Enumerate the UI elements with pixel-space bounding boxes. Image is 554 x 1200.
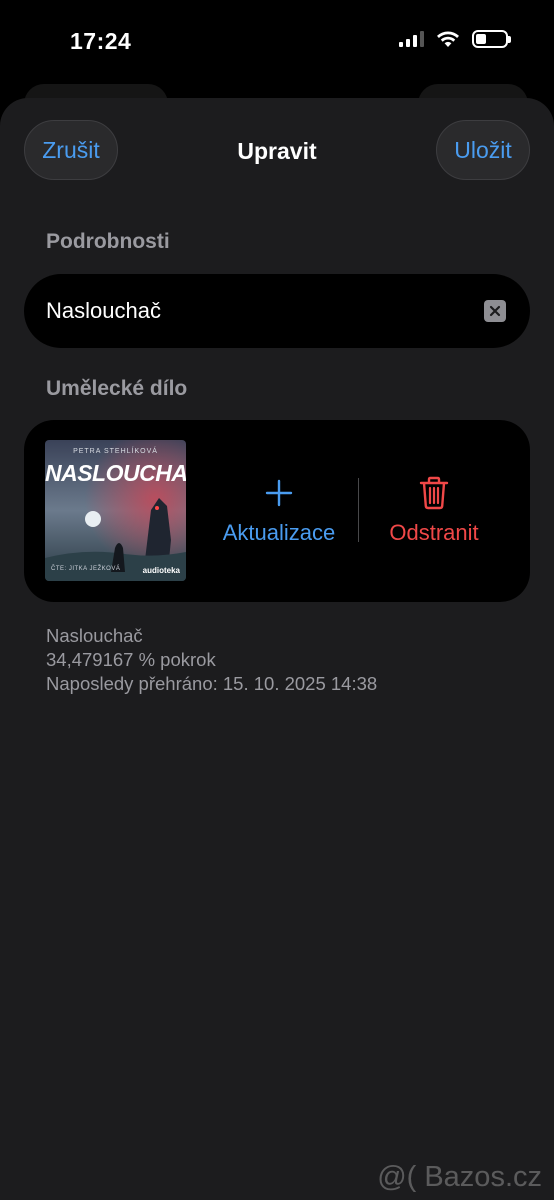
artwork-card: PETRA STEHLÍKOVÁ NASLOUCHAČ ČTE: JITKA J… bbox=[24, 420, 530, 602]
update-artwork-label: Aktualizace bbox=[222, 520, 336, 545]
title-field bbox=[24, 274, 530, 348]
cover-title: NASLOUCHAČ bbox=[45, 460, 186, 486]
trash-icon bbox=[419, 476, 449, 510]
watermark: @( Bazos.cz bbox=[377, 1161, 542, 1193]
info-progress: 34,479167 % pokrok bbox=[46, 649, 216, 670]
artwork-section-label: Umělecké dílo bbox=[46, 377, 188, 400]
wifi-icon bbox=[437, 31, 459, 47]
cellular-signal-icon bbox=[399, 31, 424, 47]
details-section-label: Podrobnosti bbox=[46, 230, 170, 253]
info-block: Naslouchač 34,479167 % pokrok Naposledy … bbox=[46, 624, 377, 696]
clear-icon[interactable] bbox=[484, 300, 506, 322]
status-bar: 17:24 bbox=[0, 0, 554, 84]
remove-artwork-button[interactable]: Odstranit bbox=[359, 420, 509, 602]
info-title: Naslouchač bbox=[46, 625, 143, 646]
update-artwork-button[interactable]: Aktualizace bbox=[199, 420, 359, 602]
edit-sheet: Zrušit Upravit Uložit Podrobnosti Umělec… bbox=[0, 98, 554, 1200]
save-button[interactable]: Uložit bbox=[436, 120, 530, 180]
title-input[interactable] bbox=[46, 298, 484, 324]
status-icons bbox=[399, 30, 511, 48]
cover-author: PETRA STEHLÍKOVÁ bbox=[73, 448, 158, 455]
remove-artwork-label: Odstranit bbox=[389, 520, 479, 545]
status-time: 17:24 bbox=[70, 28, 132, 54]
plus-icon bbox=[265, 476, 293, 510]
cover-brand-logo: audioteka bbox=[142, 566, 180, 575]
cover-narrator: ČTE: JITKA JEŽKOVÁ bbox=[51, 566, 121, 572]
info-last-played: Naposledy přehráno: 15. 10. 2025 14:38 bbox=[46, 673, 378, 694]
cover-artwork: PETRA STEHLÍKOVÁ NASLOUCHAČ ČTE: JITKA J… bbox=[45, 440, 186, 581]
battery-icon bbox=[472, 30, 511, 48]
